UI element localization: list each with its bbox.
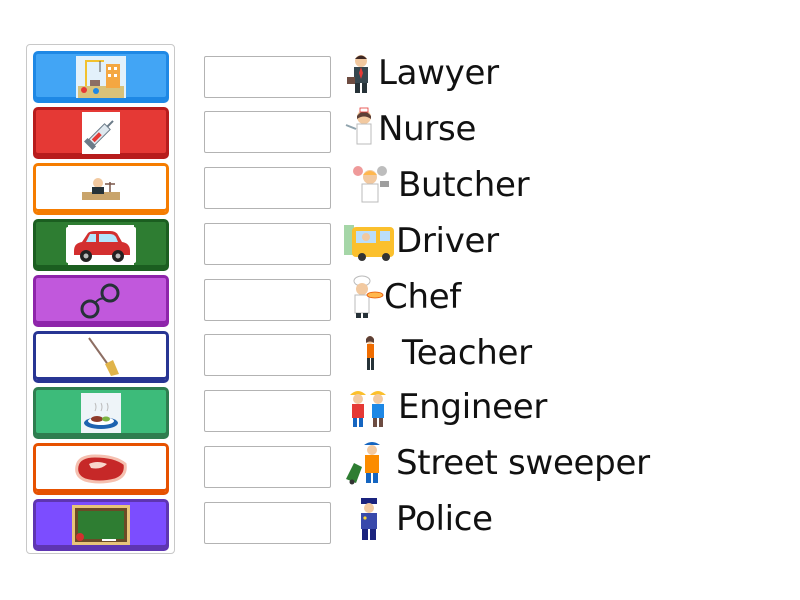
picture-tile-handcuffs[interactable] xyxy=(33,275,169,327)
lawyer-icon xyxy=(344,51,378,95)
tile-inner xyxy=(66,225,136,265)
answer-item: Police xyxy=(344,496,493,542)
drop-slot[interactable] xyxy=(204,56,331,98)
tile-inner xyxy=(82,112,120,154)
picture-tile-chalkboard[interactable] xyxy=(33,499,169,551)
tile-inner xyxy=(42,505,160,545)
answer-item: Butcher xyxy=(344,162,530,208)
answer-item: Driver xyxy=(344,218,499,264)
handcuffs-icon xyxy=(78,281,124,321)
drop-slot[interactable] xyxy=(204,334,331,376)
construction-scene-icon xyxy=(76,56,126,98)
drop-slot[interactable] xyxy=(204,223,331,265)
picture-tile-syringe[interactable] xyxy=(33,107,169,159)
answer-item: Lawyer xyxy=(344,50,499,96)
picture-tile-food-plate[interactable] xyxy=(33,387,169,439)
picture-tile-tray xyxy=(26,44,175,554)
picture-tile-broom[interactable] xyxy=(33,331,169,383)
bus-driver-icon xyxy=(344,219,396,263)
answer-label: Lawyer xyxy=(378,53,499,93)
match-up-activity: Lawyer Nurse Butcher Driver Chef Teacher… xyxy=(0,0,800,600)
drop-slot[interactable] xyxy=(204,279,331,321)
answer-label: Police xyxy=(396,499,493,539)
tile-inner xyxy=(42,171,160,207)
answer-item: Chef xyxy=(344,274,461,320)
butcher-icon xyxy=(344,163,398,207)
steak-icon xyxy=(73,449,129,489)
tile-inner xyxy=(42,56,160,98)
answer-label: Teacher xyxy=(402,333,532,373)
drop-slot[interactable] xyxy=(204,111,331,153)
drop-slot[interactable] xyxy=(204,502,331,544)
teacher-icon xyxy=(344,331,402,375)
drop-slot[interactable] xyxy=(204,167,331,209)
answer-label: Nurse xyxy=(378,109,477,149)
answer-label: Street sweeper xyxy=(396,443,650,483)
engineers-icon xyxy=(344,385,398,429)
syringe-icon xyxy=(82,112,120,154)
street-sweeper-icon xyxy=(344,441,396,485)
chef-icon xyxy=(344,275,384,319)
red-car-icon xyxy=(68,225,134,265)
tile-inner xyxy=(42,451,160,487)
answer-item: Nurse xyxy=(344,106,476,152)
answer-item: Engineer xyxy=(344,384,547,430)
picture-tile-steak[interactable] xyxy=(33,443,169,495)
chalkboard-icon xyxy=(72,505,130,545)
picture-tile-construction[interactable] xyxy=(33,51,169,103)
answer-label: Driver xyxy=(396,221,499,261)
tile-inner xyxy=(42,283,160,319)
answer-label: Butcher xyxy=(398,165,530,205)
answer-item: Teacher xyxy=(344,330,532,376)
tile-inner xyxy=(81,393,121,433)
answer-label: Chef xyxy=(384,277,461,317)
tile-inner xyxy=(42,337,160,377)
food-plate-icon xyxy=(81,393,121,433)
judge-icon xyxy=(76,169,126,209)
picture-tile-judge[interactable] xyxy=(33,163,169,215)
broom-icon xyxy=(81,337,121,377)
nurse-icon xyxy=(344,107,378,151)
answer-item: Street sweeper xyxy=(344,440,650,486)
picture-tile-car[interactable] xyxy=(33,219,169,271)
answer-label: Engineer xyxy=(398,387,548,427)
drop-slot[interactable] xyxy=(204,446,331,488)
drop-slot[interactable] xyxy=(204,390,331,432)
police-officer-icon xyxy=(344,497,396,541)
